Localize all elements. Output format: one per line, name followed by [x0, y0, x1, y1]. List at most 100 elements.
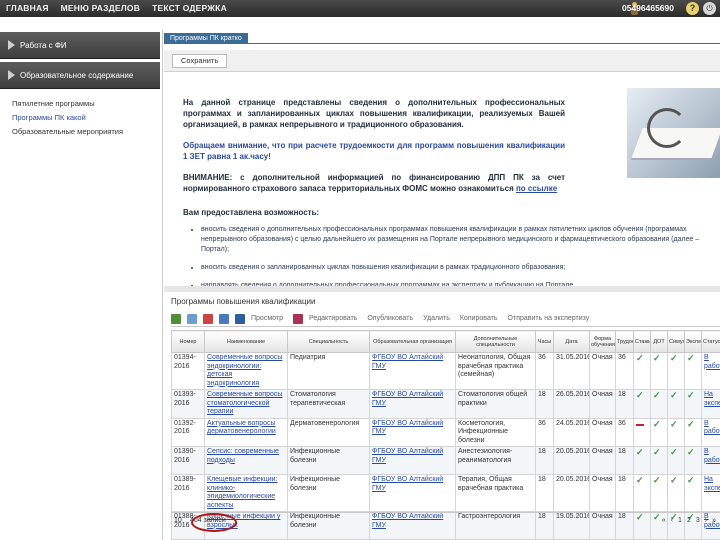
page-size[interactable]: 10: [174, 517, 182, 524]
cell-status[interactable]: В работе: [701, 417, 720, 447]
cell-expertise: ✓: [684, 474, 702, 512]
info-text: На данной странице представлены сведения…: [183, 97, 565, 204]
cell-hours: 18: [535, 446, 554, 475]
col-expertise[interactable]: Экспертиза: [684, 330, 702, 353]
triangle-right-icon: [8, 40, 15, 50]
toolbar-delete[interactable]: Удалить: [423, 315, 450, 322]
cell-expertise: ✓: [684, 389, 702, 419]
sidebar-section-fi[interactable]: Работа с ФИ: [0, 32, 160, 59]
cell-specialty: Инфекционные болезни: [287, 446, 370, 475]
sidebar-item-five-year[interactable]: Пятилетние программы: [12, 97, 123, 111]
sidebar-section-education[interactable]: Образовательное содержание: [0, 62, 160, 89]
table-header-row: Номер Наименование Специальность Образов…: [171, 330, 720, 353]
save-button[interactable]: Сохранить: [172, 54, 228, 68]
toolbar-publish[interactable]: Опубликовать: [367, 315, 413, 322]
toolbar-expertise[interactable]: Отправить на экспертизу: [508, 315, 590, 322]
filter-icon[interactable]: [235, 313, 245, 324]
cell-dot: ✓: [650, 474, 668, 512]
col-number[interactable]: Номер: [171, 330, 205, 353]
top-navigation-bar: ГЛАВНАЯ МЕНЮ РАЗДЕЛОВ ТЕКСТ ОДЕРЖКА 0549…: [0, 0, 720, 17]
page-3[interactable]: 3: [696, 517, 700, 524]
cell-name[interactable]: Сепсис: современные подходы: [204, 446, 288, 475]
cell-organization[interactable]: ФГБОУ ВО Алтайский ГМУ: [369, 352, 456, 390]
cell-organization[interactable]: ФГБОУ ВО Алтайский ГМУ: [369, 446, 456, 475]
sidebar-item-events[interactable]: Образовательные мероприятия: [12, 125, 123, 139]
table-row[interactable]: 01392-2016 Актуальные вопросы дерматовене…: [171, 417, 720, 447]
delete-icon[interactable]: [203, 313, 213, 324]
cell-status[interactable]: В работе: [701, 446, 720, 475]
check-icon: ✓: [687, 447, 695, 457]
cell-specialty: Дерматовенерология: [287, 417, 370, 447]
col-organization[interactable]: Образовательная организация: [369, 330, 456, 353]
col-dot[interactable]: ДОТ: [650, 330, 668, 353]
nav-home[interactable]: ГЛАВНАЯ: [6, 3, 49, 13]
page-2[interactable]: 2: [687, 517, 691, 524]
cell-internship: ✓: [633, 446, 651, 475]
col-form[interactable]: Форма обучения: [589, 330, 616, 353]
nav-sections-menu[interactable]: МЕНЮ РАЗДЕЛОВ: [61, 3, 140, 13]
cell-name[interactable]: Актуальные вопросы дерматовенерологии: [204, 417, 288, 447]
cell-status[interactable]: На экспертизе: [701, 389, 720, 419]
col-zet[interactable]: Трудоемкость: [615, 330, 634, 353]
col-internship[interactable]: Стажировка: [633, 330, 651, 353]
cell-form: Очная: [589, 389, 616, 419]
toolbar-copy[interactable]: Копировать: [460, 315, 498, 322]
next-page-button[interactable]: ›: [705, 517, 707, 524]
col-status[interactable]: Статус: [701, 330, 720, 353]
feature-item: вносить сведения о запланированных цикла…: [201, 263, 720, 273]
toolbar-edit[interactable]: Редактировать: [309, 315, 357, 322]
tab-pk-programs[interactable]: Программы ПК кратко: [164, 33, 248, 44]
tab-bar: Программы ПК кратко: [164, 33, 720, 44]
refresh-icon[interactable]: [219, 313, 229, 324]
table-row[interactable]: 01394-2016 Современные вопросы эндокринол…: [171, 352, 720, 390]
cell-status[interactable]: В работе: [701, 352, 720, 390]
user-login[interactable]: 05496465690: [622, 3, 674, 13]
cell-simulation: ✓: [667, 352, 685, 390]
last-page-button[interactable]: »: [712, 517, 716, 524]
top-nav: ГЛАВНАЯ МЕНЮ РАЗДЕЛОВ ТЕКСТ ОДЕРЖКА: [6, 3, 227, 13]
col-simulation[interactable]: Симуляция: [667, 330, 685, 353]
nav-support[interactable]: ТЕКСТ ОДЕРЖКА: [152, 3, 227, 13]
check-icon: ✓: [636, 447, 644, 457]
help-icon[interactable]: ?: [686, 2, 699, 15]
highlight-ring: [191, 513, 237, 532]
cell-expertise: ✓: [684, 446, 702, 475]
col-date[interactable]: Дата: [553, 330, 590, 353]
sidebar-item-pk-programs[interactable]: Программы ПК какой: [12, 111, 123, 125]
cell-organization[interactable]: ФГБОУ ВО Алтайский ГМУ: [369, 474, 456, 512]
cell-name[interactable]: Современные вопросы эндокринологии: детс…: [204, 352, 288, 390]
table-row[interactable]: 01389-2016 Клещевые инфекции: клинико-эпи…: [171, 474, 720, 512]
toolbar-view[interactable]: Просмотр: [251, 315, 283, 322]
cell-specialty: Стоматология терапевтическая: [287, 389, 370, 419]
cell-name[interactable]: Современные вопросы стоматологической те…: [204, 389, 288, 419]
cell-date: 20.05.2016: [553, 446, 590, 475]
cell-date: 31.05.2016: [553, 352, 590, 390]
cell-name[interactable]: Клещевые инфекции: клинико-эпидемиологич…: [204, 474, 288, 512]
cell-number: 01389-2016: [171, 474, 205, 512]
col-name[interactable]: Наименование: [204, 330, 288, 353]
grid-toolbar: Просмотр Редактировать Опубликовать Удал…: [171, 311, 720, 327]
check-icon: ✓: [653, 447, 661, 457]
col-specialty[interactable]: Специальность: [287, 330, 370, 353]
cell-simulation: ✓: [667, 389, 685, 419]
table-row[interactable]: 01390-2016 Сепсис: современные подходы Инф…: [171, 446, 720, 475]
info-paragraph-intro: На данной странице представлены сведения…: [183, 98, 565, 129]
prev-page-button[interactable]: ‹: [671, 517, 673, 524]
view-icon[interactable]: [187, 313, 197, 324]
financing-link[interactable]: по ссылке: [516, 184, 557, 193]
edit-icon[interactable]: [292, 313, 303, 324]
page-1[interactable]: 1: [678, 517, 682, 524]
cell-internship: ✓: [633, 474, 651, 512]
col-extra-specialties[interactable]: Дополнительные специальности: [455, 330, 536, 353]
cell-status[interactable]: На экспертизе: [701, 474, 720, 512]
add-icon[interactable]: [171, 313, 181, 324]
first-page-button[interactable]: «: [662, 517, 666, 524]
check-icon: ✓: [670, 390, 678, 400]
cell-simulation: ✓: [667, 446, 685, 475]
logout-icon[interactable]: ⏻: [703, 2, 716, 15]
cell-organization[interactable]: ФГБОУ ВО Алтайский ГМУ: [369, 389, 456, 419]
programs-table: Номер Наименование Специальность Образов…: [171, 330, 720, 540]
table-row[interactable]: 01393-2016 Современные вопросы стоматолог…: [171, 389, 720, 419]
col-hours[interactable]: Часы: [535, 330, 554, 353]
cell-organization[interactable]: ФГБОУ ВО Алтайский ГМУ: [369, 417, 456, 447]
